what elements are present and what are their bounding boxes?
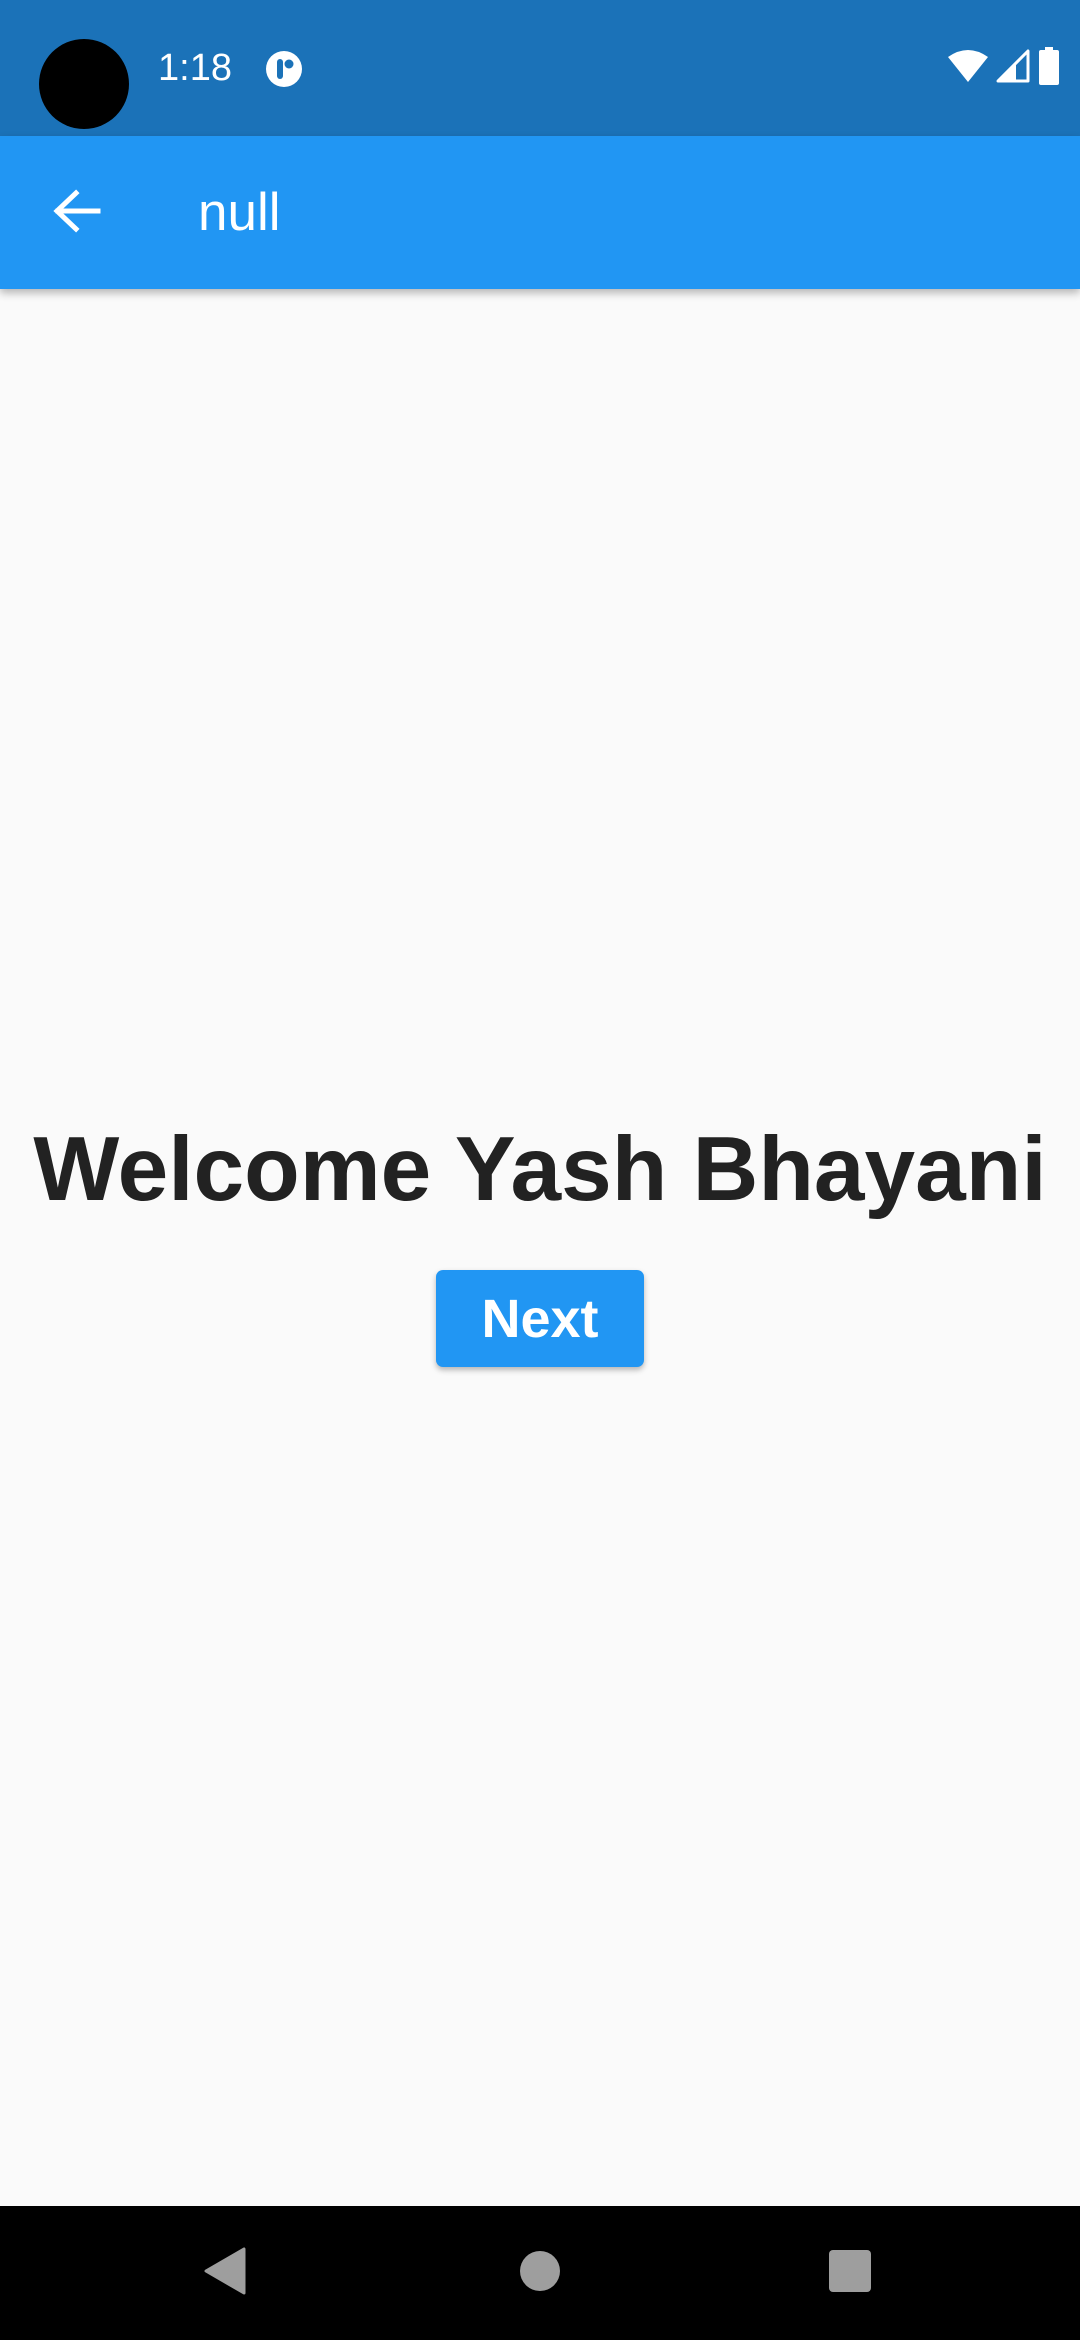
nav-recents-button[interactable] <box>770 2206 930 2340</box>
next-button[interactable]: Next <box>436 1270 644 1367</box>
cell-signal-icon <box>996 49 1030 88</box>
recents-square-icon <box>829 2249 871 2297</box>
home-circle-icon <box>519 2250 561 2297</box>
nav-home-button[interactable] <box>460 2206 620 2340</box>
arrow-back-icon <box>52 188 102 238</box>
system-nav-bar <box>0 2206 1080 2340</box>
app-bar-title: null <box>198 183 281 242</box>
status-bar: 1:18 <box>0 0 1080 136</box>
wifi-icon <box>948 49 988 88</box>
notification-app-icon <box>264 49 304 89</box>
back-triangle-icon <box>204 2247 246 2300</box>
battery-icon <box>1038 46 1060 90</box>
nav-back-button[interactable] <box>145 2206 305 2340</box>
app-bar: null <box>0 136 1080 289</box>
camera-cutout <box>39 39 129 129</box>
back-button[interactable] <box>36 172 118 254</box>
status-icons <box>948 46 1060 90</box>
status-time: 1:18 <box>158 47 232 89</box>
welcome-heading: Welcome Yash Bhayani <box>33 1119 1047 1220</box>
